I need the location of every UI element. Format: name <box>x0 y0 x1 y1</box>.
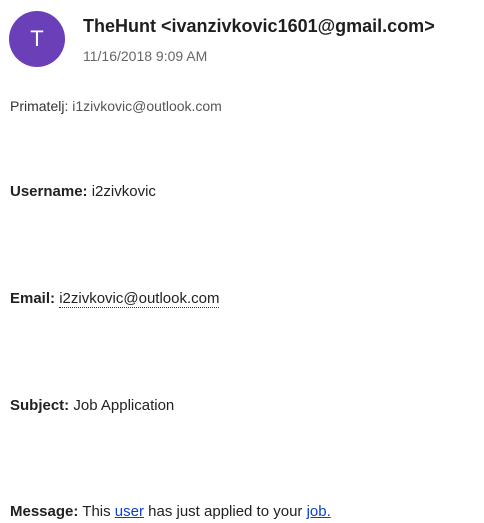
sender-block: TheHunt <ivanzivkovic1601@gmail.com> 11/… <box>83 13 435 65</box>
sender-avatar: T <box>9 11 65 67</box>
username-label: Username: <box>10 183 88 200</box>
job-link[interactable]: job. <box>307 503 331 520</box>
subject-label: Subject: <box>10 397 70 414</box>
subject-value: Job Application <box>73 397 175 414</box>
message-field: Message: This user has just applied to y… <box>10 502 331 522</box>
recipient-label: Primatelj: <box>10 98 69 114</box>
email-label: Email: <box>10 290 56 307</box>
message-middle: has just applied to your <box>148 503 303 520</box>
sender-email: <ivanzivkovic1601@gmail.com> <box>161 16 435 36</box>
username-field: Username: i2zivkovic <box>10 182 156 202</box>
email-field: Email: i2zivkovic@outlook.com <box>10 289 220 309</box>
user-link[interactable]: user <box>115 503 144 520</box>
message-prefix: This <box>82 503 111 520</box>
sender-name: TheHunt <box>83 16 156 36</box>
username-value: i2zivkovic <box>91 183 156 200</box>
email-header: T TheHunt <ivanzivkovic1601@gmail.com> 1… <box>9 11 435 67</box>
sender-line[interactable]: TheHunt <ivanzivkovic1601@gmail.com> <box>83 13 435 39</box>
sent-date: 11/16/2018 9:09 AM <box>83 48 208 64</box>
recipient-line: Primatelj: i1zivkovic@outlook.com <box>10 97 222 115</box>
subject-field: Subject: Job Application <box>10 396 174 416</box>
avatar-initial: T <box>30 26 44 51</box>
email-value[interactable]: i2zivkovic@outlook.com <box>59 290 220 308</box>
message-label: Message: <box>10 503 79 520</box>
recipient-value[interactable]: i1zivkovic@outlook.com <box>72 98 222 114</box>
